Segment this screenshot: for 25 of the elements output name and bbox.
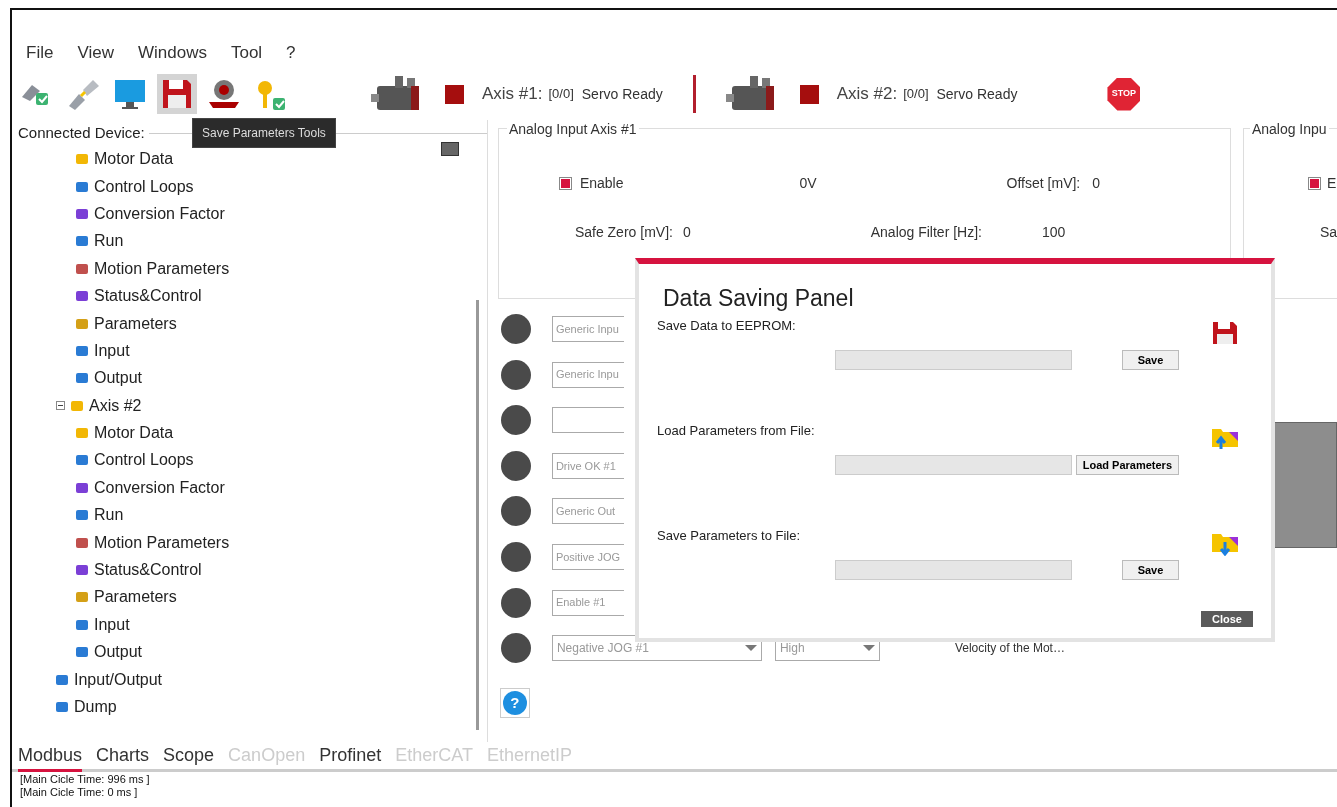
description-text: Velocity of the Mot… <box>954 640 1065 658</box>
axis-count: [0/0] <box>548 85 574 104</box>
field-label: Sa <box>1319 222 1337 242</box>
log-line: [Main Cicle Time: 996 ms ] <box>20 773 151 786</box>
axis-label: Axis #2: <box>836 83 898 106</box>
field-label: Safe Zero [mV]: <box>574 222 673 242</box>
section-label: Save Data to EEPROM: <box>657 317 796 335</box>
field-label: Offset [mV]: <box>1006 173 1081 193</box>
field-value: 100 <box>1042 222 1066 242</box>
log-line: [Main Cicle Time: 0 ms ] <box>20 786 139 799</box>
checkbox-label: Enable <box>579 173 624 193</box>
tooltip: Save Parameters Tools <box>192 118 336 148</box>
section-label: Save Parameters to File: <box>657 527 801 545</box>
axis-status: Servo Ready <box>936 84 1018 104</box>
field-value: 0 <box>1092 173 1101 193</box>
panel-title: Connected Device: <box>18 123 145 143</box>
axis-count: [0/0] <box>903 85 929 104</box>
axis-status: Servo Ready <box>581 84 663 104</box>
dialog-title: Data Saving Panel <box>663 284 855 312</box>
axis-label: Axis #1: <box>482 83 543 106</box>
voltage-value: 0V <box>799 173 817 193</box>
checkbox-label: E <box>1326 173 1337 193</box>
field-label: Analog Filter [Hz]: <box>870 222 982 242</box>
field-value: 0 <box>682 222 691 242</box>
section-label: Load Parameters from File: <box>657 422 815 440</box>
